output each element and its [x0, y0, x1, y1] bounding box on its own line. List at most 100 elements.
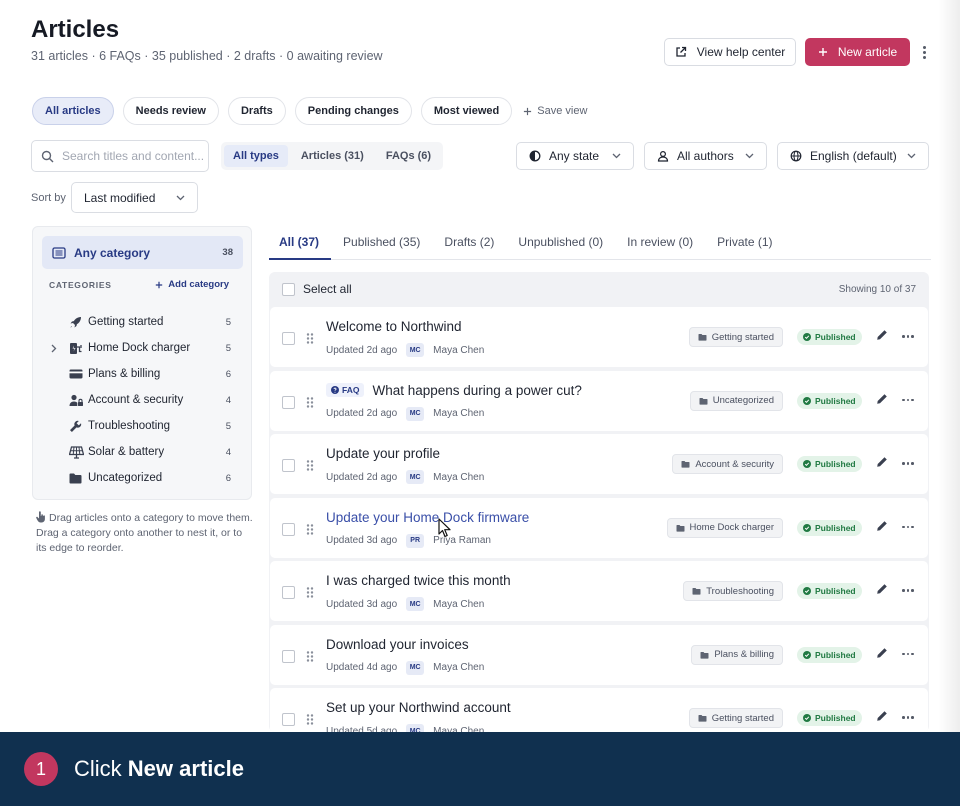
author-name: Maya Chen [433, 598, 485, 610]
drag-handle-icon[interactable] [306, 460, 314, 471]
language-dropdown[interactable]: English (default) [777, 142, 929, 170]
tab-unpublished[interactable]: Unpublished (0) [506, 230, 615, 260]
view-needs-review[interactable]: Needs review [122, 97, 219, 125]
more-options-icon[interactable] [902, 652, 914, 655]
check-circle-icon [803, 333, 811, 341]
state-dropdown[interactable]: Any state [516, 142, 634, 170]
table-row[interactable]: Update your profile Updated 2d ago MC Maya … [270, 434, 928, 494]
chevron-right-icon[interactable] [51, 344, 57, 353]
new-article-button[interactable]: New article [805, 38, 910, 66]
save-view-button[interactable]: Save view [521, 97, 587, 125]
drag-handle-icon[interactable] [306, 650, 314, 662]
state-value: Any state [549, 149, 600, 163]
table-row[interactable]: Update your Home Dock firmware Updated 3d… [270, 497, 928, 558]
author-name: Maya Chen [433, 662, 485, 673]
row-checkbox[interactable] [282, 522, 295, 536]
drag-handle-icon[interactable] [306, 333, 314, 344]
search-input[interactable]: Search titles and content... [31, 140, 209, 172]
table-row[interactable]: Download your invoices Updated 4d ago MC Ma… [270, 624, 928, 685]
updated-time: Updated 2d ago [326, 471, 398, 483]
drag-handle-icon[interactable] [306, 587, 314, 598]
tab-published[interactable]: Published (35) [331, 230, 432, 260]
table-row[interactable]: FAQ What happens during a power cut? Updat… [270, 370, 928, 431]
category-plans-billing[interactable]: Plans & billing 6 [33, 362, 251, 388]
category-troubleshooting[interactable]: Troubleshooting 5 [33, 414, 251, 440]
pencil-icon[interactable] [876, 647, 888, 659]
any-category-item[interactable]: Any category 38 [42, 236, 243, 269]
pencil-icon[interactable] [876, 329, 888, 341]
drag-handle-icon[interactable] [306, 396, 314, 408]
check-circle-icon [803, 650, 811, 659]
user-icon [657, 150, 669, 162]
category-chip[interactable]: Plans & billing [691, 644, 783, 665]
folder-icon [700, 651, 709, 659]
article-title[interactable]: Update your profile [326, 446, 440, 461]
table-row[interactable]: Welcome to Northwind Updated 2d ago MC Maya… [270, 307, 928, 367]
view-most-viewed[interactable]: Most viewed [420, 97, 513, 125]
more-options-icon[interactable] [918, 42, 930, 62]
article-title[interactable]: Welcome to Northwind [326, 319, 462, 334]
view-help-center-button[interactable]: View help center [664, 38, 796, 66]
more-options-icon[interactable] [902, 589, 914, 592]
more-options-icon[interactable] [902, 525, 914, 528]
more-options-icon[interactable] [902, 335, 914, 338]
instruction-text: Click New article [74, 756, 244, 782]
category-getting-started[interactable]: Getting started 5 [33, 310, 251, 336]
row-checkbox[interactable] [282, 586, 295, 599]
type-all[interactable]: All types [224, 145, 288, 167]
article-title[interactable]: What happens during a power cut? [372, 383, 581, 398]
status-badge: Published [797, 392, 862, 409]
row-checkbox[interactable] [282, 713, 295, 726]
category-uncategorized[interactable]: Uncategorized 6 [33, 466, 251, 492]
category-label: Getting started [88, 316, 164, 328]
article-title[interactable]: Set up your Northwind account [326, 700, 511, 715]
article-title[interactable]: Update your Home Dock firmware [326, 510, 529, 525]
category-chip[interactable]: Account & security [672, 454, 783, 474]
plus-icon [155, 281, 163, 289]
view-drafts[interactable]: Drafts [227, 97, 286, 125]
table-row[interactable]: Set up your Northwind account Updated 5d … [270, 688, 928, 732]
view-all-articles[interactable]: All articles [32, 97, 114, 125]
avatar: MC [406, 660, 425, 675]
tab-private[interactable]: Private (1) [705, 230, 784, 260]
drag-handle-icon[interactable] [306, 714, 314, 725]
category-chip[interactable]: Getting started [688, 708, 783, 728]
type-faqs[interactable]: FAQs (6) [377, 145, 440, 167]
add-category-button[interactable]: Add category [155, 279, 229, 290]
view-pending-changes[interactable]: Pending changes [294, 97, 412, 125]
solar-panel-icon [69, 446, 84, 459]
category-home-dock-charger[interactable]: Home Dock charger 5 [33, 336, 251, 362]
tab-all[interactable]: All (37) [269, 230, 332, 260]
pencil-icon[interactable] [876, 393, 888, 405]
category-chip[interactable]: Troubleshooting [683, 581, 783, 601]
authors-dropdown[interactable]: All authors [644, 142, 767, 170]
sort-dropdown[interactable]: Last modified [71, 182, 198, 213]
pencil-icon[interactable] [876, 710, 888, 722]
tab-drafts[interactable]: Drafts (2) [432, 230, 506, 260]
row-checkbox[interactable] [282, 395, 295, 409]
more-options-icon[interactable] [902, 398, 914, 401]
category-count: 4 [225, 395, 231, 406]
article-title[interactable]: Download your invoices [326, 637, 469, 652]
category-chip[interactable]: Getting started [688, 327, 783, 347]
article-title-row: Update your Home Dock firmware [326, 510, 529, 525]
drag-handle-icon[interactable] [306, 523, 314, 535]
row-checkbox[interactable] [282, 332, 295, 345]
select-all-checkbox[interactable] [282, 282, 295, 296]
category-account-security[interactable]: Account & security 4 [33, 388, 251, 414]
tab-in-review[interactable]: In review (0) [615, 230, 705, 260]
category-chip[interactable]: Home Dock charger [666, 517, 783, 538]
article-title[interactable]: I was charged twice this month [326, 573, 511, 588]
row-checkbox[interactable] [282, 649, 295, 663]
more-options-icon[interactable] [902, 462, 914, 465]
row-checkbox[interactable] [282, 459, 295, 472]
pencil-icon[interactable] [876, 456, 888, 468]
table-row[interactable]: I was charged twice this month Updated 3d… [270, 561, 928, 621]
author-name: Maya Chen [433, 471, 485, 483]
category-solar-battery[interactable]: Solar & battery 4 [33, 440, 251, 466]
category-chip[interactable]: Uncategorized [689, 390, 783, 411]
pencil-icon[interactable] [876, 520, 888, 532]
more-options-icon[interactable] [902, 716, 914, 719]
pencil-icon[interactable] [876, 583, 888, 595]
type-articles[interactable]: Articles (31) [292, 145, 373, 167]
